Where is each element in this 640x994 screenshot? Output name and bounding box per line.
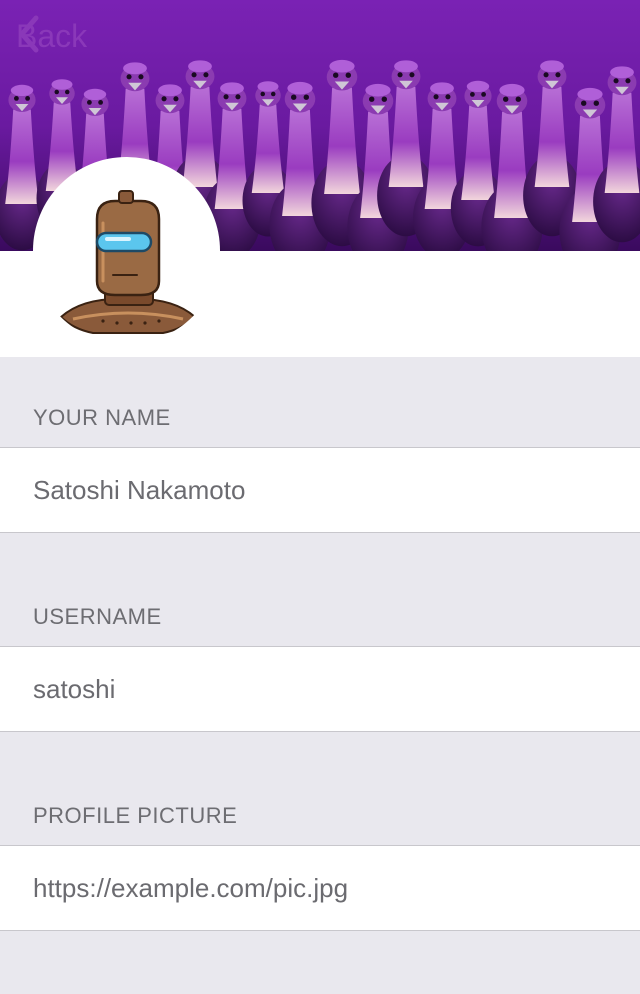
name-header-label: YOUR NAME	[33, 405, 171, 430]
username-field-row	[0, 646, 640, 732]
username-header-label: USERNAME	[33, 604, 162, 629]
profile-picture-header-label: PROFILE PICTURE	[33, 803, 238, 828]
section-header-profile-picture: PROFILE PICTURE	[0, 732, 640, 845]
username-field[interactable]	[33, 647, 613, 731]
back-button[interactable]: Back	[16, 14, 87, 58]
edit-profile-screen: Back YOUR NAME Satoshi Nakamoto USERNAME…	[0, 0, 640, 994]
profile-picture-field-row	[0, 845, 640, 931]
section-header-name: YOUR NAME	[0, 357, 640, 447]
name-field[interactable]	[33, 448, 613, 532]
avatar[interactable]	[33, 157, 220, 344]
robot-avatar-icon	[59, 190, 197, 334]
name-field-row	[0, 447, 640, 533]
section-header-username: USERNAME	[0, 533, 640, 646]
chevron-left-icon	[19, 15, 39, 53]
profile-picture-url-field[interactable]	[33, 846, 613, 930]
